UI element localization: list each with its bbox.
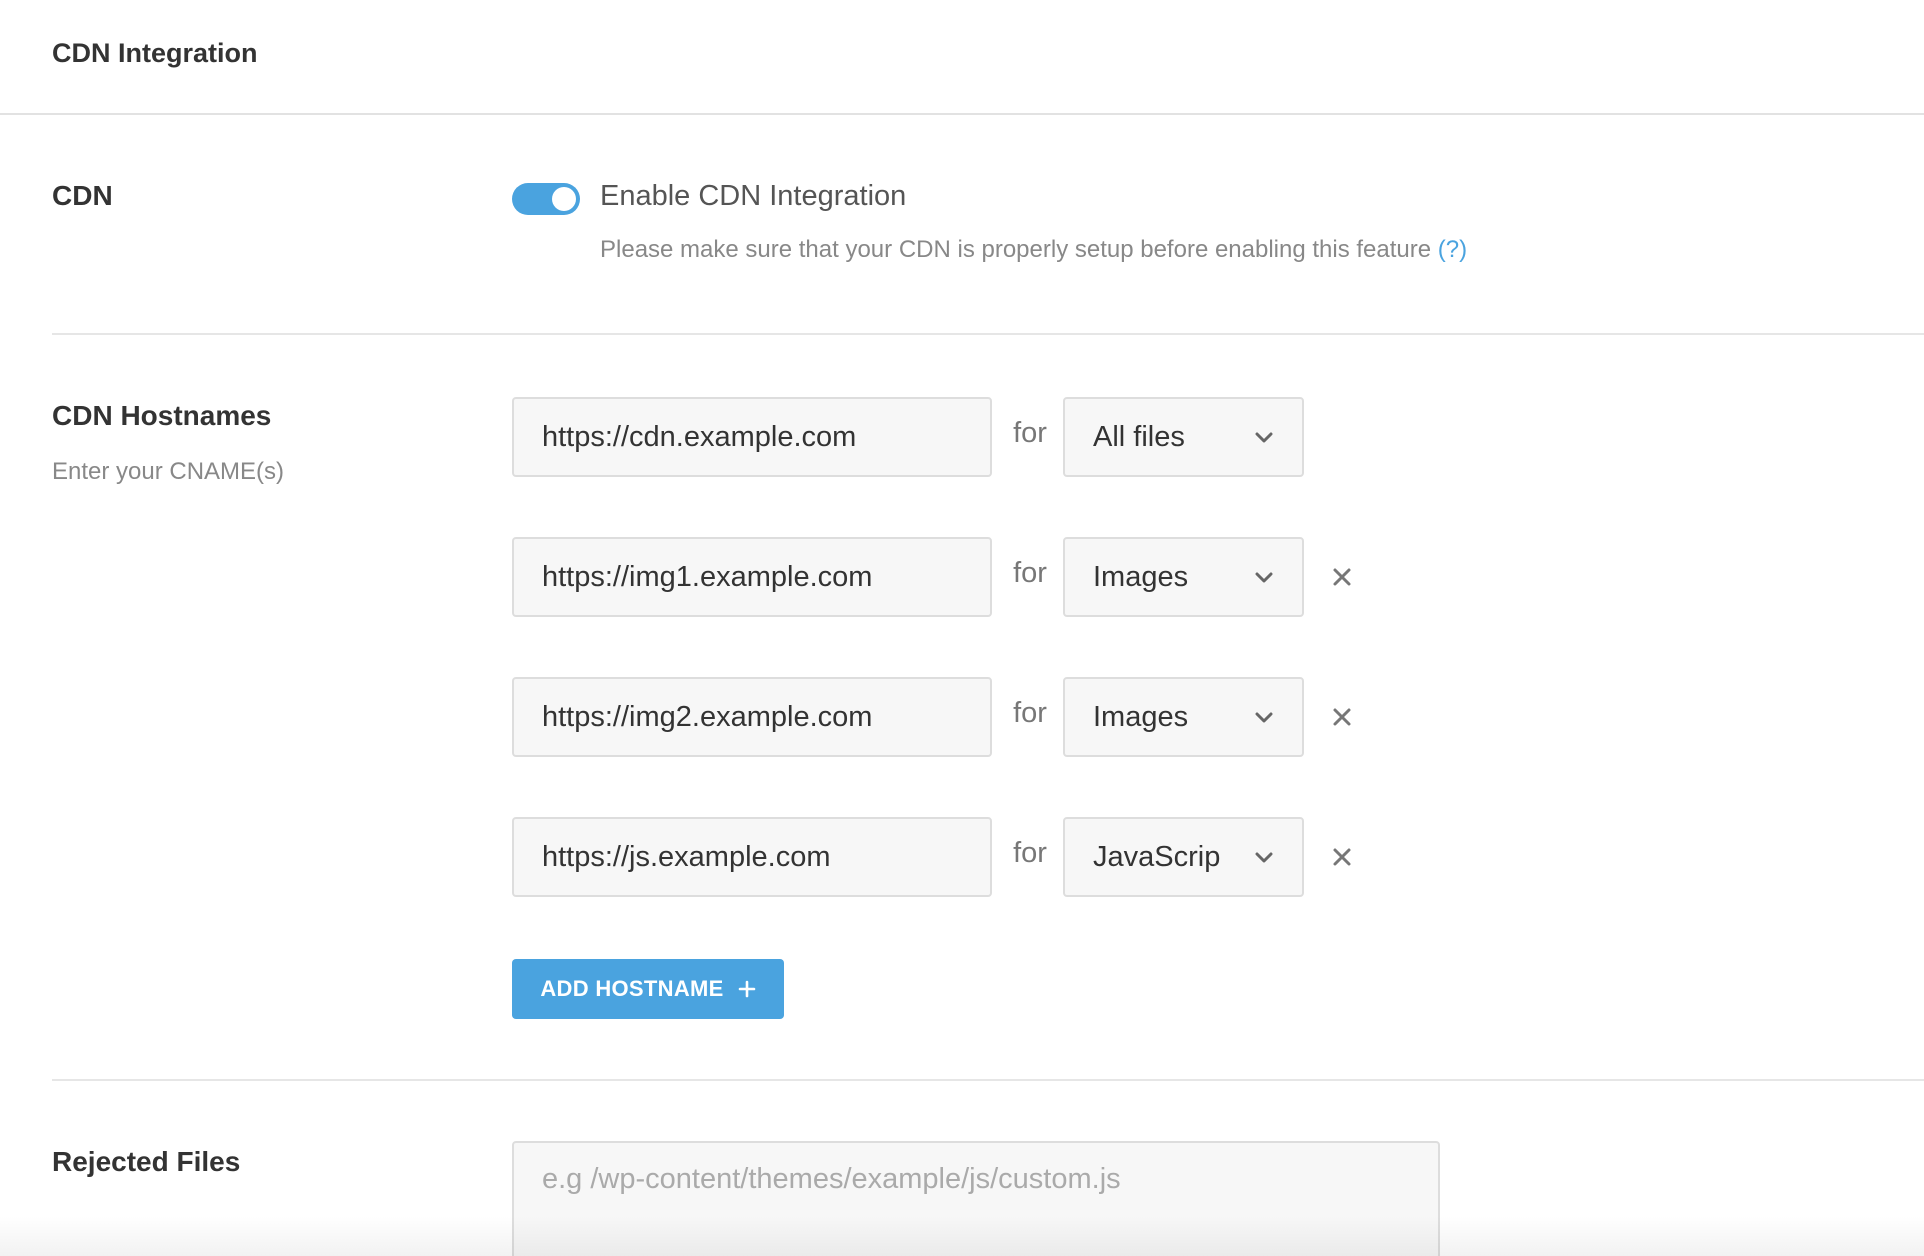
hostname-row: for Images xyxy=(512,537,1412,617)
for-label: for xyxy=(1013,697,1047,729)
cdn-label: CDN xyxy=(52,180,113,211)
hostname-input[interactable] xyxy=(512,817,992,897)
file-type-select[interactable]: Images xyxy=(1063,537,1304,617)
enable-cdn-toggle[interactable] xyxy=(512,183,580,215)
file-type-value: Images xyxy=(1093,561,1189,593)
for-label: for xyxy=(1013,417,1047,449)
cdn-settings-page: CDN Integration CDN Enable CDN Integrati… xyxy=(0,0,1924,1256)
hostname-input[interactable] xyxy=(512,537,992,617)
hostname-input[interactable] xyxy=(512,397,992,477)
close-icon[interactable] xyxy=(1328,703,1356,731)
hostname-input[interactable] xyxy=(512,677,992,757)
divider xyxy=(52,333,1924,335)
for-label: for xyxy=(1013,837,1047,869)
file-type-value: JavaScrip xyxy=(1093,841,1221,873)
rejected-files-input[interactable] xyxy=(512,1141,1440,1256)
hostname-row: for All files xyxy=(512,397,1412,477)
section-header: CDN Integration xyxy=(0,0,1924,115)
cdn-hostnames-label: CDN Hostnames xyxy=(52,400,272,431)
chevron-down-icon xyxy=(1255,712,1273,723)
file-type-value: All files xyxy=(1093,421,1185,453)
file-type-select[interactable]: JavaScrip xyxy=(1063,817,1304,897)
chevron-down-icon xyxy=(1255,432,1273,443)
close-icon[interactable] xyxy=(1328,843,1356,871)
help-link[interactable]: (?) xyxy=(1438,236,1467,263)
add-hostname-label: ADD HOSTNAME xyxy=(540,976,724,1001)
page-title: CDN Integration xyxy=(52,38,258,68)
hostname-row: for Images xyxy=(512,677,1412,757)
rejected-files-label: Rejected Files xyxy=(52,1146,241,1177)
for-label: for xyxy=(1013,557,1047,589)
file-type-select[interactable]: All files xyxy=(1063,397,1304,477)
file-type-value: Images xyxy=(1093,701,1189,733)
divider xyxy=(52,1079,1924,1081)
plus-icon xyxy=(738,980,755,998)
file-type-select[interactable]: Images xyxy=(1063,677,1304,757)
close-icon[interactable] xyxy=(1328,563,1356,591)
add-hostname-button[interactable]: ADD HOSTNAME xyxy=(512,959,784,1019)
enable-cdn-label: Enable CDN Integration xyxy=(600,180,907,212)
cdn-description-text: Please make sure that your CDN is proper… xyxy=(600,236,1432,263)
chevron-down-icon xyxy=(1255,852,1273,863)
cdn-description: Please make sure that your CDN is proper… xyxy=(600,236,1467,264)
chevron-down-icon xyxy=(1255,572,1273,583)
toggle-knob xyxy=(552,187,576,211)
cdn-hostnames-sublabel: Enter your CNAME(s) xyxy=(52,458,285,485)
hostname-row: for JavaScrip xyxy=(512,817,1412,897)
